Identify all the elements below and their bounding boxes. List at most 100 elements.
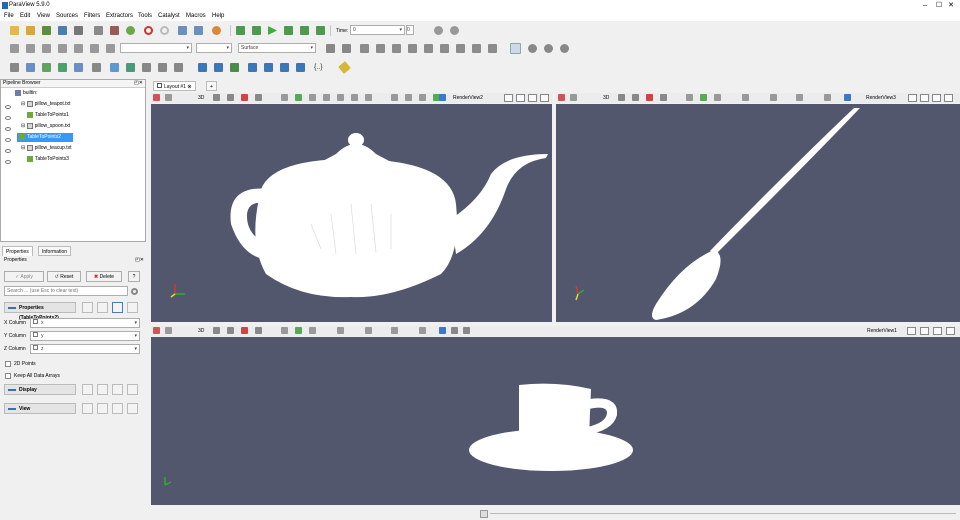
center-axes-icon[interactable] [528,44,537,53]
calculator-icon[interactable] [10,63,19,72]
x-column-combo[interactable]: x ▾ [30,318,140,328]
save-defaults-icon[interactable] [127,384,138,395]
close-button[interactable]: ✕ [944,1,958,10]
find-data-icon[interactable] [264,63,273,72]
capture-icon[interactable] [570,94,577,101]
render-view-spoon[interactable] [556,104,960,322]
menu-help[interactable]: Help [212,13,224,19]
probe-icon[interactable] [198,63,207,72]
tree-row-teacup-file[interactable]: ⊟ pillow_teacup.txt [21,144,72,153]
reset-camera-icon[interactable] [326,44,335,53]
macro-icon[interactable] [94,26,103,35]
plot-over-line-icon[interactable] [214,63,223,72]
tree-row-teapot-file[interactable]: ⊟ pillow_teapot.txt [21,100,70,109]
add-icon[interactable] [439,94,446,101]
preset-icon[interactable] [106,44,115,53]
slice-icon[interactable] [58,63,67,72]
time-index-spinner[interactable]: 0 [406,25,414,35]
state-icon[interactable] [110,26,119,35]
auto-apply-icon[interactable] [126,26,135,35]
camera-icon[interactable] [153,327,160,334]
redo-icon[interactable] [160,26,169,35]
menu-view[interactable]: View [37,13,50,19]
toggle-color-legend-icon[interactable] [10,44,19,53]
visibility-eye-icon[interactable] [5,127,11,131]
save-defaults-icon[interactable] [127,403,138,414]
tree-row-tabletopoints2[interactable]: TableToPoints2 [17,133,73,142]
isometric-icon[interactable] [456,44,465,53]
keep-arrays-checkbox[interactable] [5,373,11,379]
3d-toggle[interactable]: 3D [198,326,204,336]
selection-tool-icon[interactable] [632,94,639,101]
custom-range-icon[interactable] [58,44,67,53]
selection-tool-icon[interactable] [796,94,803,101]
paste-icon[interactable] [97,384,108,395]
extract-level-icon[interactable] [174,63,183,72]
selection-tool-icon[interactable] [714,94,721,101]
glyph-icon[interactable] [110,63,119,72]
split-vertical-icon[interactable] [920,94,929,102]
selection-tool-icon[interactable] [365,327,372,334]
selection-tool-icon[interactable] [391,94,398,101]
zoom-to-data-icon[interactable] [434,26,443,35]
render-view-teacup[interactable] [151,337,960,505]
first-frame-icon[interactable] [236,26,245,35]
delete-button[interactable]: ✖ Delete [86,271,122,282]
contour-icon[interactable] [26,63,35,72]
panel-close-icon[interactable]: ◰✕ [135,257,144,263]
view-plus-z-icon[interactable] [424,44,433,53]
disconnect-icon[interactable] [74,26,83,35]
help-button[interactable]: ? [128,271,140,282]
copy-icon[interactable] [82,302,93,313]
selection-tool-icon[interactable] [255,94,262,101]
tab-layout-1[interactable]: Layout #1 ⊗ [153,81,196,91]
selection-tool-icon[interactable] [227,327,234,334]
menu-edit[interactable]: Edit [20,13,30,19]
menu-file[interactable]: File [4,13,14,19]
pick-center-icon[interactable] [544,44,553,53]
close-tab-icon[interactable]: ⊗ [187,84,191,90]
paste-icon[interactable] [97,403,108,414]
capture-icon[interactable] [165,94,172,101]
restore-icon[interactable] [112,403,123,414]
tab-new-layout[interactable]: + [206,81,217,91]
rotate-ccw-icon[interactable] [488,44,497,53]
tree-row-builtin[interactable]: builtin: [15,89,37,98]
zoom-closest-icon[interactable] [450,26,459,35]
script-icon[interactable]: {..} [314,63,323,72]
connect-icon[interactable] [58,26,67,35]
selection-tool-icon[interactable] [405,94,412,101]
trash-icon[interactable] [463,327,470,334]
paste-icon[interactable] [97,302,108,313]
3d-toggle[interactable]: 3D [198,93,204,103]
capture-icon[interactable] [165,327,172,334]
selection-tool-icon[interactable] [213,94,220,101]
reset-camera-closest-icon[interactable] [342,44,351,53]
selection-tool-icon[interactable] [700,94,707,101]
view-plus-x-icon[interactable] [360,44,369,53]
stream-tracer-icon[interactable] [126,63,135,72]
selection-tool-icon[interactable] [213,327,220,334]
selection-tool-icon[interactable] [660,94,667,101]
restore-icon[interactable] [112,384,123,395]
selection-tool-icon[interactable] [742,94,749,101]
menu-catalyst[interactable]: Catalyst [158,13,180,19]
display-group-header[interactable]: Display [4,384,76,395]
maximize-view-icon[interactable] [933,327,942,335]
properties-group-header[interactable]: Properties (TableToPoints2) [4,302,76,321]
selection-tool-icon[interactable] [365,94,372,101]
selection-tool-icon[interactable] [646,94,653,101]
group-icon[interactable] [158,63,167,72]
selection-tool-icon[interactable] [295,94,302,101]
split-horizontal-icon[interactable] [504,94,513,102]
threshold-icon[interactable] [74,63,83,72]
plot-data-icon[interactable] [248,63,257,72]
color-by-combo[interactable]: ▾ [120,43,192,53]
selection-tool-icon[interactable] [281,327,288,334]
restore-icon[interactable] [112,302,123,313]
reset-range-icon[interactable] [42,44,51,53]
selection-tool-icon[interactable] [281,94,288,101]
horizontal-scrollbar[interactable] [480,510,488,518]
menu-filters[interactable]: Filters [84,13,100,19]
color-palette-icon[interactable] [212,26,221,35]
